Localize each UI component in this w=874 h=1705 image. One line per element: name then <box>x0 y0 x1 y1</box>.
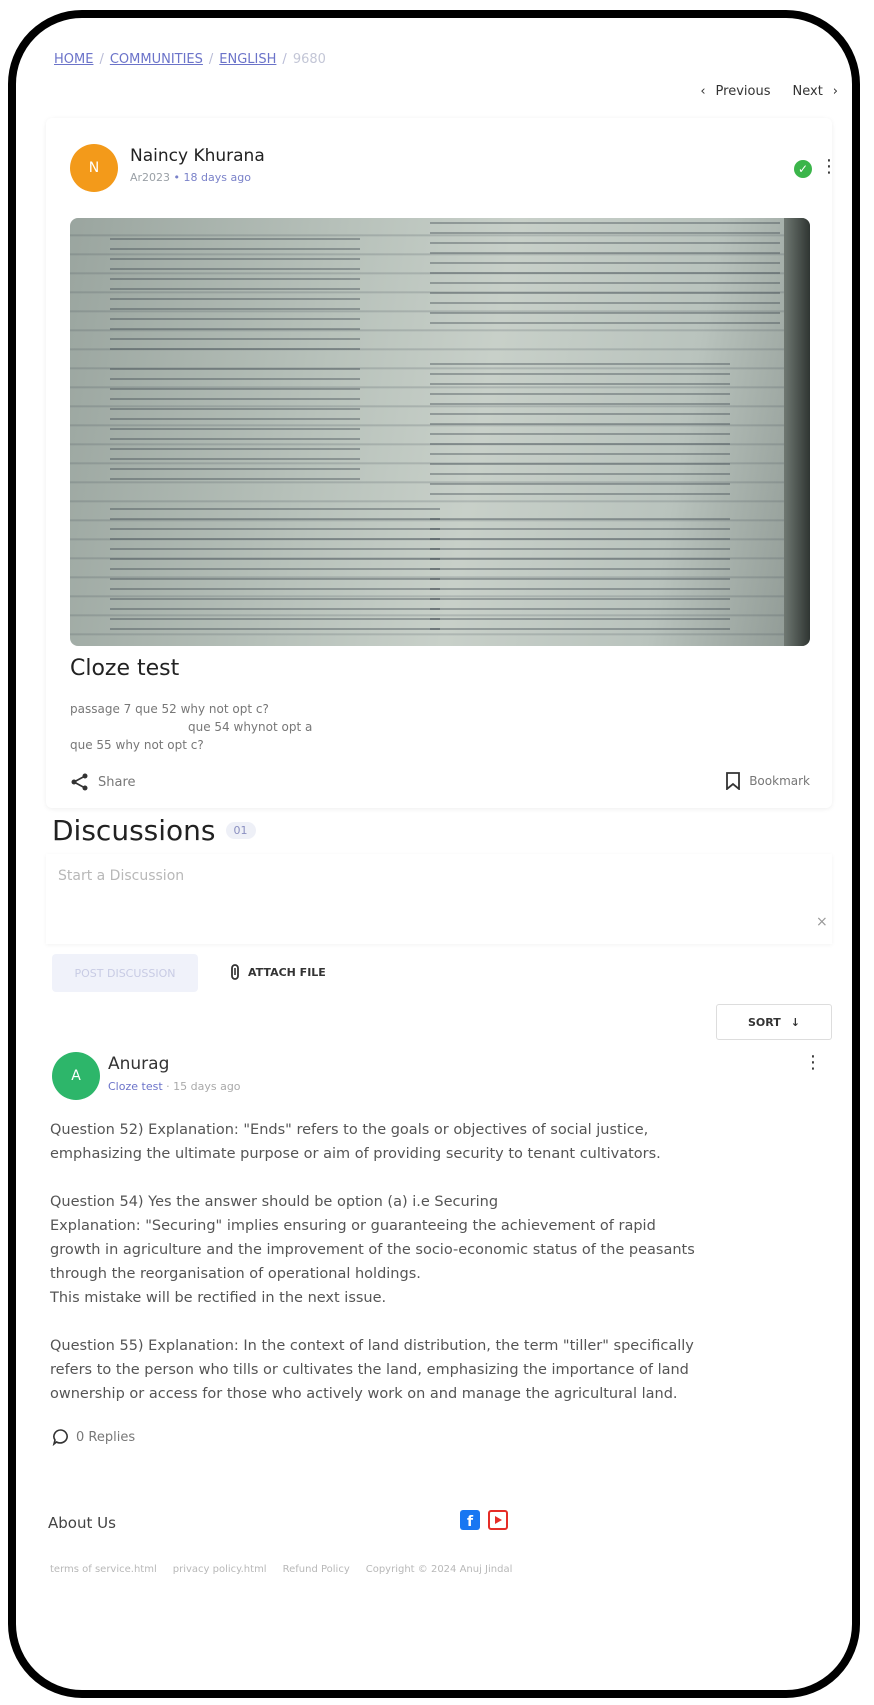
reply-line: ownership or access for those who active… <box>50 1386 678 1402</box>
reply-line: growth in agriculture and the improvemen… <box>50 1242 695 1258</box>
kebab-menu-icon[interactable]: ⋮ <box>820 158 838 176</box>
breadcrumb-communities[interactable]: COMMUNITIES <box>110 52 203 67</box>
image-text-block <box>430 363 730 503</box>
terms-link[interactable]: terms of service.html <box>50 1564 157 1575</box>
reply-line: Explanation: "Securing" implies ensuring… <box>50 1218 656 1234</box>
chevron-left-icon: ‹ <box>700 84 706 99</box>
breadcrumb-home[interactable]: HOME <box>54 52 93 67</box>
previous-button[interactable]: ‹ Previous <box>700 84 770 99</box>
reply-line: Question 55) Explanation: In the context… <box>50 1338 694 1354</box>
discussions-title: Discussions <box>52 814 216 847</box>
youtube-icon[interactable] <box>488 1510 508 1530</box>
discussions-heading: Discussions 01 <box>52 814 256 847</box>
about-us-link[interactable]: About Us <box>48 1514 116 1532</box>
reply-body: Question 52) Explanation: "Ends" refers … <box>50 1118 820 1430</box>
post-body-line: que 54 whynot opt a <box>188 720 313 734</box>
phone-frame: HOME / COMMUNITIES / ENGLISH / 9680 ‹ Pr… <box>8 10 860 1698</box>
author-meta: Ar2023 • 18 days ago <box>130 171 251 184</box>
reply-avatar[interactable]: A <box>52 1052 100 1100</box>
post-card: N Naincy Khurana Ar2023 • 18 days ago ✓ … <box>46 118 838 808</box>
image-text-block <box>430 518 730 638</box>
reply-line: emphasizing the ultimate purpose or aim … <box>50 1146 661 1162</box>
breadcrumb-separator: / <box>282 52 287 67</box>
social-links: f <box>460 1510 508 1530</box>
reply-paragraph: Question 54) Yes the answer should be op… <box>50 1190 820 1310</box>
discussion-input[interactable] <box>46 854 832 944</box>
image-book-spine <box>784 218 810 646</box>
facebook-icon[interactable]: f <box>460 1510 480 1530</box>
reply-post-link[interactable]: Cloze test <box>108 1080 163 1093</box>
footer-links: terms of service.html privacy policy.htm… <box>50 1564 512 1575</box>
next-label: Next <box>792 84 823 99</box>
image-text-block <box>110 368 360 488</box>
sort-label: SORT <box>748 1015 781 1029</box>
breadcrumb-separator: / <box>208 52 214 67</box>
reply-line: refers to the person who tills or cultiv… <box>50 1362 689 1378</box>
breadcrumb-english[interactable]: ENGLISH <box>219 52 276 67</box>
clear-input-icon[interactable]: × <box>816 914 828 930</box>
post-time: 18 days ago <box>183 171 251 184</box>
replies-label: 0 Replies <box>76 1429 136 1445</box>
paperclip-icon <box>231 964 239 980</box>
post-discussion-button[interactable]: POST DISCUSSION <box>52 954 198 992</box>
share-label: Share <box>98 774 136 790</box>
replies-button[interactable]: 0 Replies <box>52 1428 135 1446</box>
kebab-menu-icon[interactable]: ⋮ <box>804 1054 822 1072</box>
previous-label: Previous <box>715 84 771 99</box>
comment-icon <box>52 1429 68 1446</box>
reply-meta: Cloze test · 15 days ago <box>108 1080 241 1093</box>
meta-separator: • <box>173 171 184 184</box>
reply-line: through the reorganisation of operationa… <box>50 1266 421 1282</box>
share-icon <box>71 773 88 791</box>
reply-time: · 15 days ago <box>166 1080 241 1093</box>
share-button[interactable]: Share <box>70 772 136 792</box>
post-body-line: que 55 why not opt c? <box>70 738 204 752</box>
image-text-block <box>110 508 440 638</box>
copyright-text: Copyright © 2024 Anuj Jindal <box>365 1564 513 1575</box>
post-image[interactable] <box>70 218 810 646</box>
post-title: Cloze test <box>70 656 180 681</box>
breadcrumb: HOME / COMMUNITIES / ENGLISH / 9680 <box>54 52 326 67</box>
next-button[interactable]: Next › <box>793 84 839 99</box>
author-name[interactable]: Naincy Khurana <box>130 146 265 166</box>
bookmark-label: Bookmark <box>749 774 810 788</box>
sort-button[interactable]: SORT ↓ <box>716 1004 832 1040</box>
breadcrumb-separator: / <box>99 52 104 67</box>
privacy-link[interactable]: privacy policy.html <box>173 1564 267 1575</box>
chevron-right-icon: › <box>832 84 838 99</box>
arrow-down-icon: ↓ <box>790 1015 800 1029</box>
reply-line: Question 52) Explanation: "Ends" refers … <box>50 1122 649 1138</box>
refund-link[interactable]: Refund Policy <box>283 1564 350 1575</box>
discussions-count-badge: 01 <box>225 822 256 839</box>
reply-author-name[interactable]: Anurag <box>108 1054 169 1074</box>
bookmark-icon <box>726 772 741 790</box>
reply-line: Question 54) Yes the answer should be op… <box>50 1194 499 1210</box>
author-avatar[interactable]: N <box>70 144 118 192</box>
check-circle-icon: ✓ <box>794 160 812 178</box>
post-body-line: passage 7 que 52 why not opt c? <box>70 702 269 716</box>
bookmark-button[interactable]: Bookmark <box>725 772 810 790</box>
attach-file-label: ATTACH FILE <box>248 965 326 979</box>
attach-file-button[interactable]: ATTACH FILE <box>230 964 326 980</box>
pager: ‹ Previous Next › <box>700 84 838 99</box>
image-text-block <box>430 222 780 332</box>
post-body: passage 7 que 52 why not opt c? que 54 w… <box>70 700 312 754</box>
reply-line: This mistake will be rectified in the ne… <box>50 1290 387 1306</box>
image-text-block <box>110 238 360 358</box>
author-username: Ar2023 <box>130 171 171 184</box>
reply-paragraph: Question 52) Explanation: "Ends" refers … <box>50 1118 820 1166</box>
breadcrumb-current: 9680 <box>292 52 326 67</box>
screen: HOME / COMMUNITIES / ENGLISH / 9680 ‹ Pr… <box>16 18 852 1690</box>
reply-paragraph: Question 55) Explanation: In the context… <box>50 1334 820 1406</box>
